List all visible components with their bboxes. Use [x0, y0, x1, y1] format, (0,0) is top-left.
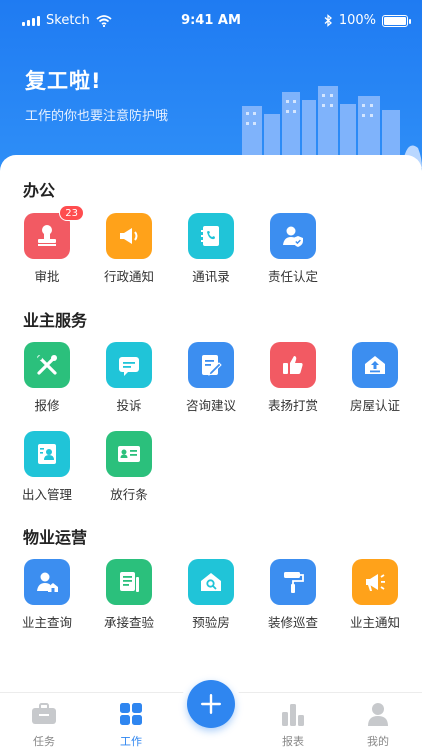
message-icon — [106, 342, 152, 388]
user-shield-icon — [270, 213, 316, 259]
add-button[interactable] — [187, 680, 235, 728]
item-label: 业主查询 — [21, 615, 72, 630]
tab-tasks[interactable]: 任务 — [14, 701, 74, 749]
item-label: 预验房 — [192, 615, 230, 630]
id-card-icon — [106, 431, 152, 477]
item-release-slip[interactable]: 放行条 — [89, 431, 169, 503]
house-upload-icon — [352, 342, 398, 388]
item-label: 出入管理 — [21, 487, 72, 502]
tab-label: 工作 — [120, 735, 142, 748]
tab-label: 报表 — [282, 735, 304, 748]
item-label: 通讯录 — [192, 269, 230, 284]
owner-search-icon — [24, 559, 70, 605]
contacts-book-icon — [188, 213, 234, 259]
tab-work[interactable]: 工作 — [101, 701, 161, 749]
battery-icon — [382, 14, 411, 27]
item-house-cert[interactable]: 房屋认证 — [335, 342, 415, 414]
announce-icon — [352, 559, 398, 605]
edit-note-icon — [188, 342, 234, 388]
item-label: 放行条 — [110, 487, 148, 502]
tab-label: 任务 — [33, 735, 55, 748]
megaphone-icon — [106, 213, 152, 259]
tools-icon — [24, 342, 70, 388]
item-label: 房屋认证 — [349, 398, 400, 413]
section-title-office: 办公 — [23, 181, 56, 200]
item-handover-check[interactable]: 承接查验 — [89, 559, 169, 631]
item-access-manage[interactable]: 出入管理 — [7, 431, 87, 503]
document-check-icon — [106, 559, 152, 605]
tab-reports[interactable]: 报表 — [263, 701, 323, 749]
bluetooth-icon — [324, 14, 332, 27]
item-admin-notice[interactable]: 行政通知 — [89, 213, 169, 285]
person-icon — [368, 703, 388, 726]
thumbs-up-icon — [270, 342, 316, 388]
tab-label: 我的 — [367, 735, 389, 748]
plus-icon — [201, 694, 221, 714]
item-label: 报修 — [34, 398, 60, 413]
item-contacts[interactable]: 通讯录 — [171, 213, 251, 285]
item-label: 承接查验 — [103, 615, 154, 630]
item-label: 装修巡查 — [267, 615, 318, 630]
stamp-icon: 23 — [24, 205, 84, 259]
approval-count-badge: 23 — [59, 205, 84, 221]
item-repair[interactable]: 报修 — [7, 342, 87, 414]
house-search-icon — [188, 559, 234, 605]
entry-pass-icon — [24, 431, 70, 477]
item-label: 咨询建议 — [185, 398, 236, 413]
status-bar: Sketch 9:41 AM 100% — [0, 0, 422, 40]
item-responsibility[interactable]: 责任认定 — [253, 213, 333, 285]
item-label: 表扬打赏 — [267, 398, 318, 413]
item-label: 投诉 — [116, 398, 142, 413]
bar-chart-icon — [282, 704, 304, 726]
section-title-property-ops: 物业运营 — [23, 528, 88, 547]
page-title: 复工啦! — [25, 69, 102, 93]
item-decoration-patrol[interactable]: 装修巡查 — [253, 559, 333, 631]
item-consult[interactable]: 咨询建议 — [171, 342, 251, 414]
briefcase-icon — [32, 703, 56, 724]
page-subtitle: 工作的你也要注意防护哦 — [25, 109, 169, 124]
section-title-owner-service: 业主服务 — [23, 311, 88, 330]
item-owner-notice[interactable]: 业主通知 — [335, 559, 415, 631]
main-card: 办公 23 审批 行政通知 通讯录 责任认定 业主服务 报修 投诉 咨询建议 表… — [0, 155, 422, 695]
grid-icon — [120, 703, 142, 725]
item-label: 审批 — [34, 269, 60, 284]
item-label: 责任认定 — [267, 269, 318, 284]
item-label: 行政通知 — [103, 269, 154, 284]
item-pre-inspection[interactable]: 预验房 — [171, 559, 251, 631]
battery-percent: 100% — [338, 13, 376, 28]
item-label: 业主通知 — [349, 615, 400, 630]
paint-roller-icon — [270, 559, 316, 605]
item-complaint[interactable]: 投诉 — [89, 342, 169, 414]
item-praise[interactable]: 表扬打赏 — [253, 342, 333, 414]
item-approval[interactable]: 23 审批 — [7, 205, 87, 285]
item-owner-query[interactable]: 业主查询 — [7, 559, 87, 631]
tab-mine[interactable]: 我的 — [348, 701, 408, 749]
header-banner: Sketch 9:41 AM 100% 复工啦! 工作的你也要注意防护哦 — [0, 0, 422, 175]
